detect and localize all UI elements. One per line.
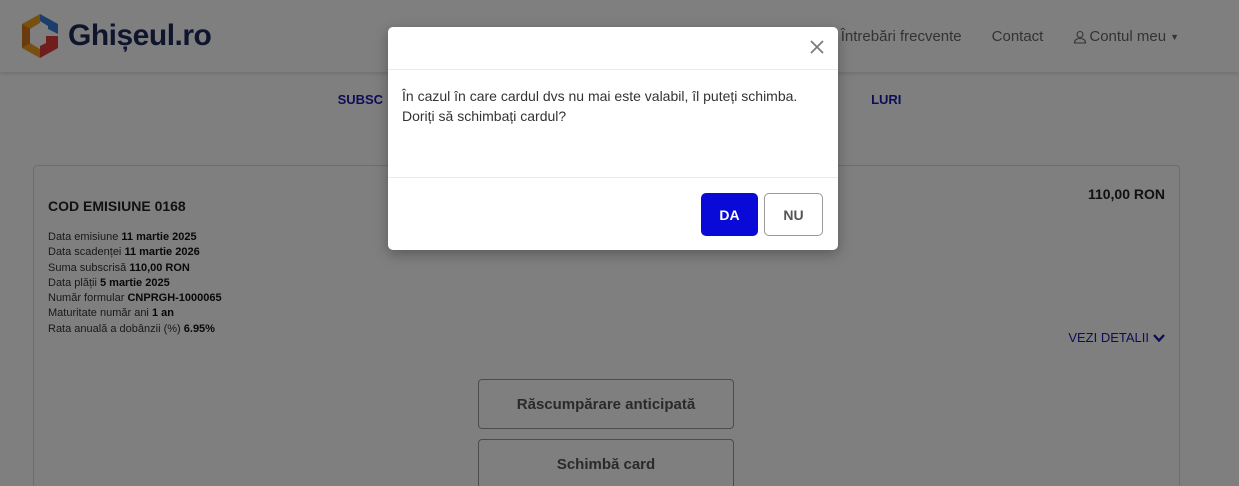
- yes-button[interactable]: DA: [701, 193, 758, 236]
- dialog-close-button[interactable]: [808, 38, 826, 56]
- change-card-dialog: În cazul în care cardul dvs nu mai este …: [388, 27, 838, 250]
- close-icon: [810, 40, 824, 54]
- dialog-header: [388, 27, 838, 70]
- dialog-message: În cazul în care cardul dvs nu mai este …: [388, 70, 838, 178]
- no-button[interactable]: NU: [764, 193, 823, 236]
- dialog-footer: DA NU: [388, 178, 838, 250]
